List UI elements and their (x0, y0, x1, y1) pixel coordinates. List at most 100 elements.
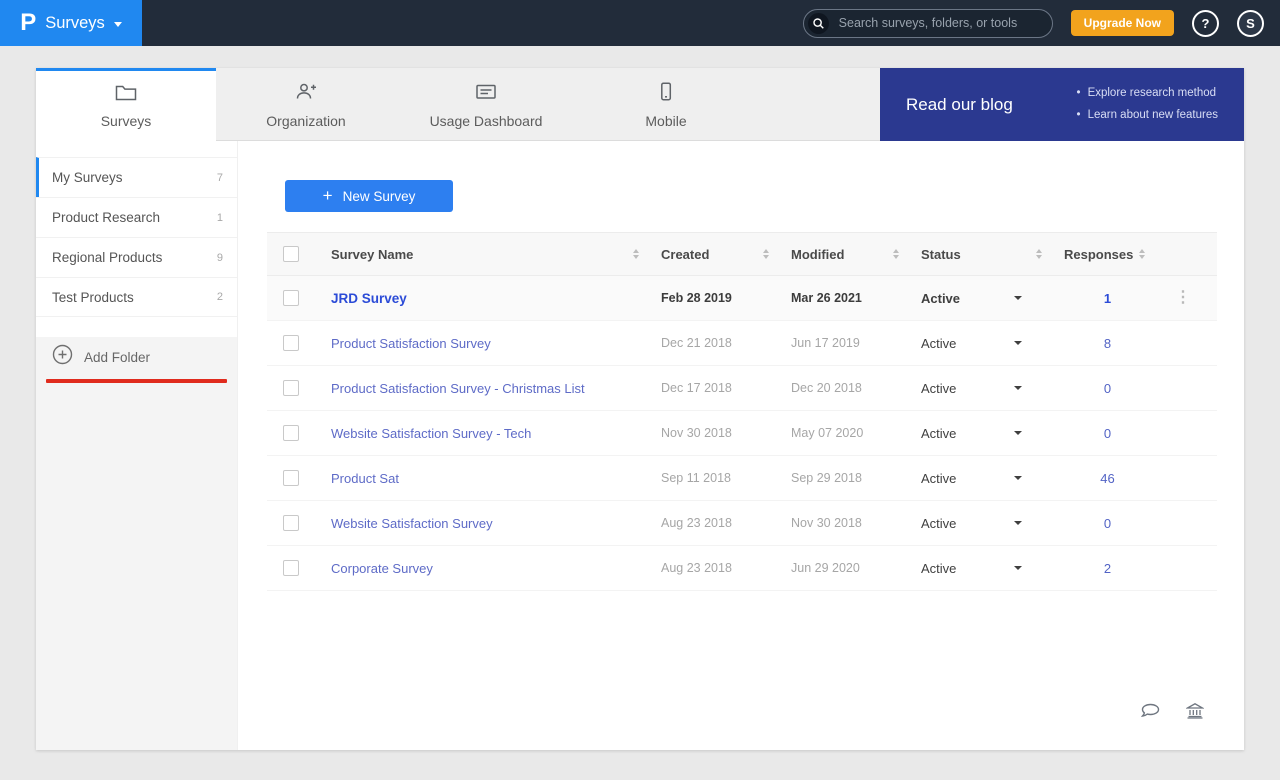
annotation-red-underline (46, 379, 227, 383)
sidebar-item-my-surveys[interactable]: My Surveys 7 (36, 157, 237, 197)
people-add-icon (294, 82, 318, 106)
sort-icon[interactable] (763, 249, 769, 259)
app-switcher-dropdown[interactable]: P Surveys (0, 0, 142, 46)
chevron-down-icon (1014, 521, 1022, 525)
sidebar-item-product-research[interactable]: Product Research 1 (36, 197, 237, 237)
column-label: Created (661, 246, 710, 262)
created-date: Sep 11 2018 (661, 471, 731, 485)
survey-name-link[interactable]: Website Satisfaction Survey (331, 516, 493, 531)
search-input[interactable] (836, 15, 1042, 31)
row-checkbox[interactable] (283, 425, 299, 441)
row-checkbox[interactable] (283, 515, 299, 531)
status-dropdown[interactable]: Active (905, 426, 1048, 441)
responses-count[interactable]: 46 (1100, 471, 1114, 486)
responses-count[interactable]: 2 (1104, 561, 1111, 576)
table-row: JRD Survey Feb 28 2019 Mar 26 2021 Activ… (267, 276, 1217, 321)
survey-name-link[interactable]: Website Satisfaction Survey - Tech (331, 426, 531, 441)
responses-count[interactable]: 8 (1104, 336, 1111, 351)
blog-banner-title: Read our blog (906, 94, 1013, 114)
status-dropdown[interactable]: Active (905, 336, 1048, 351)
table-row: Website Satisfaction Survey - Tech Nov 3… (267, 411, 1217, 456)
status-dropdown[interactable]: Active (905, 381, 1048, 396)
column-header-responses[interactable]: Responses (1048, 247, 1153, 262)
tab-label: Usage Dashboard (429, 112, 543, 129)
column-header-status[interactable]: Status (905, 247, 1048, 262)
tab-organization[interactable]: Organization (216, 68, 396, 141)
module-tabs: Surveys Organization Usage Dashboard Mob… (36, 68, 1244, 141)
sidebar-lower-section: Add Folder (36, 337, 237, 750)
survey-name-link[interactable]: Corporate Survey (331, 561, 433, 576)
select-all-checkbox[interactable] (283, 246, 299, 262)
tab-mobile[interactable]: Mobile (576, 68, 756, 141)
tab-label: Mobile (645, 113, 687, 129)
tab-label: Surveys (100, 112, 152, 129)
status-label: Active (921, 380, 957, 396)
tabstrip-filler (756, 68, 880, 141)
tab-usage-dashboard[interactable]: Usage Dashboard (396, 68, 576, 141)
created-date: Nov 30 2018 (661, 426, 732, 440)
avatar[interactable]: S (1237, 9, 1264, 37)
folder-label: Product Research (52, 210, 161, 225)
created-date: Aug 23 2018 (661, 561, 732, 575)
survey-name-link[interactable]: Product Satisfaction Survey (331, 336, 491, 351)
status-label: Active (921, 425, 957, 441)
row-checkbox[interactable] (283, 335, 299, 351)
sidebar-item-regional-products[interactable]: Regional Products 9 (36, 237, 237, 277)
tab-surveys[interactable]: Surveys (36, 68, 216, 141)
add-folder-label: Add Folder (84, 349, 151, 365)
plus-circle-icon (52, 344, 73, 370)
table-row: Product Satisfaction Survey Dec 21 2018 … (267, 321, 1217, 366)
column-header-created[interactable]: Created (645, 247, 775, 262)
folder-label: Regional Products (52, 250, 163, 265)
status-dropdown[interactable]: Active (905, 471, 1048, 486)
folder-icon (115, 83, 137, 106)
column-header-modified[interactable]: Modified (775, 247, 905, 262)
sort-icon[interactable] (1139, 249, 1146, 259)
folder-count: 7 (216, 171, 223, 184)
row-checkbox[interactable] (283, 380, 299, 396)
responses-count[interactable]: 1 (1104, 291, 1111, 306)
row-menu-button[interactable]: ⋮ (1175, 290, 1191, 306)
help-button[interactable]: ? (1192, 9, 1219, 37)
header-checkbox-cell (267, 246, 315, 262)
sort-icon[interactable] (633, 249, 639, 259)
responses-count[interactable]: 0 (1104, 516, 1111, 531)
status-dropdown[interactable]: Active (905, 516, 1048, 531)
status-dropdown[interactable]: Active (905, 561, 1048, 576)
status-label: Active (921, 290, 961, 306)
status-label: Active (921, 515, 957, 531)
sort-icon[interactable] (1036, 249, 1042, 259)
status-dropdown[interactable]: Active (905, 291, 1048, 306)
folder-count: 2 (216, 291, 223, 303)
panel-footer-actions (1140, 702, 1205, 724)
top-navigation-bar: P Surveys Upgrade Now ? S (0, 0, 1280, 46)
survey-name-link[interactable]: Product Satisfaction Survey - Christmas … (331, 381, 585, 396)
row-checkbox[interactable] (283, 560, 299, 576)
sort-icon[interactable] (893, 249, 899, 259)
table-row: Product Satisfaction Survey - Christmas … (267, 366, 1217, 411)
chevron-down-icon (113, 21, 122, 27)
status-label: Active (921, 560, 957, 576)
bank-icon[interactable] (1185, 702, 1205, 724)
plus-icon: + (322, 186, 333, 205)
row-checkbox[interactable] (283, 470, 299, 486)
search-box (802, 8, 1053, 38)
responses-count[interactable]: 0 (1104, 381, 1111, 396)
survey-name-link[interactable]: JRD Survey (331, 291, 407, 306)
sidebar-item-test-products[interactable]: Test Products 2 (36, 277, 237, 317)
chevron-down-icon (1014, 386, 1022, 390)
column-label: Survey Name (331, 246, 414, 262)
new-survey-button[interactable]: + New Survey (285, 180, 453, 212)
modified-date: Mar 26 2021 (791, 291, 862, 305)
feedback-icon[interactable] (1140, 703, 1160, 724)
add-folder-button[interactable]: Add Folder (36, 337, 237, 377)
blog-banner[interactable]: Read our blog Explore research method Le… (880, 68, 1244, 141)
survey-name-link[interactable]: Product Sat (331, 471, 399, 486)
column-header-survey-name[interactable]: Survey Name (315, 247, 645, 262)
table-header: Survey Name Created Modified Status Resp… (267, 232, 1217, 276)
row-checkbox[interactable] (283, 290, 299, 306)
blog-banner-bullets: Explore research method Learn about new … (1063, 83, 1218, 127)
upgrade-now-button[interactable]: Upgrade Now (1070, 10, 1174, 36)
responses-count[interactable]: 0 (1104, 426, 1111, 441)
modified-date: Sep 29 2018 (791, 471, 862, 485)
